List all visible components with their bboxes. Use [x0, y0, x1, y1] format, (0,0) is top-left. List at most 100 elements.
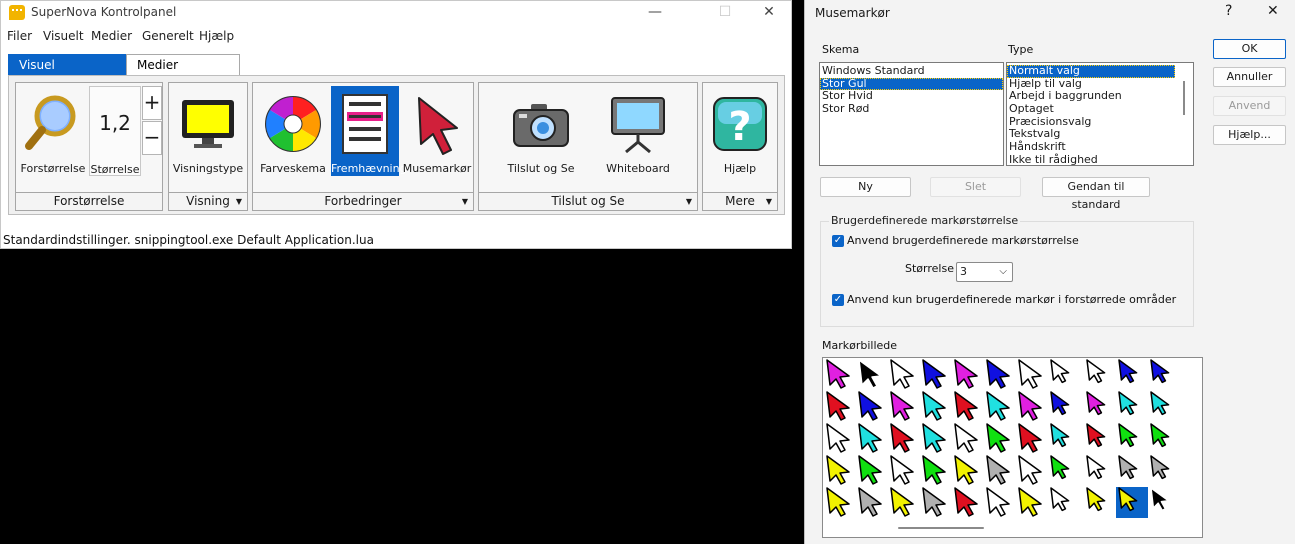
- cursor-arrow-icon[interactable]: [954, 455, 978, 485]
- connect-and-see-button[interactable]: Tilslut og Se: [499, 86, 583, 176]
- cursor-arrow-icon[interactable]: [1118, 359, 1138, 384]
- list-item[interactable]: Windows Standard: [820, 64, 1003, 78]
- highlight-button[interactable]: Fremhævning: [331, 86, 407, 176]
- cursor-arrow-icon[interactable]: [954, 487, 978, 517]
- magnification-button[interactable]: Forstørrelse: [19, 86, 87, 176]
- list-item[interactable]: Ikke til rådighed: [1007, 153, 1175, 165]
- cursor-arrow-icon[interactable]: [1050, 391, 1070, 416]
- maximize-button[interactable]: ☐: [703, 1, 747, 25]
- menu-generelt[interactable]: Generelt: [142, 29, 194, 43]
- group-label-visning[interactable]: Visning ▼: [169, 192, 247, 210]
- cursor-arrow-icon[interactable]: [986, 423, 1010, 453]
- view-type-button[interactable]: Visningstype: [172, 86, 244, 176]
- cursor-arrow-icon[interactable]: [890, 391, 914, 421]
- close-button[interactable]: ✕: [747, 1, 791, 25]
- cursor-arrow-icon[interactable]: [890, 359, 914, 389]
- cursor-arrow-icon[interactable]: [1018, 423, 1042, 453]
- help-button[interactable]: ? Hjælp: [705, 86, 775, 176]
- decrease-size-button[interactable]: −: [142, 121, 162, 155]
- cursor-arrow-icon[interactable]: [890, 487, 914, 517]
- cursor-arrow-icon[interactable]: [986, 391, 1010, 421]
- restore-default-button[interactable]: Gendan til standard: [1042, 177, 1150, 211]
- minimize-button[interactable]: —: [633, 1, 677, 25]
- list-item[interactable]: Optaget: [1007, 102, 1175, 116]
- cursor-arrow-icon[interactable]: [1050, 455, 1070, 480]
- cursor-arrow-icon[interactable]: [826, 487, 850, 517]
- ok-button[interactable]: OK: [1213, 39, 1286, 59]
- cursor-arrow-icon[interactable]: [922, 391, 946, 421]
- new-scheme-button[interactable]: Ny: [820, 177, 911, 197]
- cursor-arrow-icon[interactable]: [922, 423, 946, 453]
- cursor-arrow-icon[interactable]: [1018, 391, 1042, 421]
- whiteboard-button[interactable]: Whiteboard: [597, 86, 679, 176]
- cancel-button[interactable]: Annuller: [1213, 67, 1286, 87]
- tab-visuel[interactable]: Visuel: [8, 54, 126, 75]
- title-bar[interactable]: SuperNova Kontrolpanel — ☐ ✕: [1, 1, 791, 25]
- cursor-arrow-icon[interactable]: [890, 455, 914, 485]
- size-select[interactable]: 3 ⌵: [956, 262, 1013, 282]
- list-item[interactable]: Normalt valg: [1007, 64, 1175, 78]
- cursor-arrow-icon[interactable]: [858, 359, 882, 389]
- cursor-arrow-icon[interactable]: [1150, 487, 1170, 512]
- cursor-arrow-icon[interactable]: [954, 423, 978, 453]
- cursor-arrow-icon[interactable]: [1018, 455, 1042, 485]
- cursor-arrow-icon[interactable]: [1118, 455, 1138, 480]
- cursor-arrow-icon[interactable]: [1018, 359, 1042, 389]
- cursor-arrow-icon[interactable]: [858, 455, 882, 485]
- color-scheme-button[interactable]: Farveskema: [257, 86, 329, 176]
- cursor-arrow-icon[interactable]: [922, 359, 946, 389]
- cursor-arrow-icon[interactable]: [954, 359, 978, 389]
- cursor-arrow-icon[interactable]: [1118, 423, 1138, 448]
- apply-magnified-checkbox[interactable]: ✓: [832, 294, 844, 306]
- cursor-arrow-icon[interactable]: [1050, 487, 1070, 512]
- menu-hjaelp[interactable]: Hjælp: [199, 29, 234, 43]
- cursor-arrow-icon[interactable]: [826, 359, 850, 389]
- cursor-arrow-icon[interactable]: [858, 487, 882, 517]
- cursor-arrow-icon[interactable]: [954, 391, 978, 421]
- group-label-forbedringer[interactable]: Forbedringer ▼: [253, 192, 473, 210]
- tab-medier[interactable]: Medier: [126, 54, 240, 75]
- cursor-arrow-icon[interactable]: [986, 359, 1010, 389]
- cursor-image-grid[interactable]: [822, 357, 1203, 538]
- dialog-help-icon[interactable]: ?: [1225, 3, 1232, 19]
- cursor-arrow-icon[interactable]: [1150, 423, 1170, 448]
- menu-filer[interactable]: Filer: [7, 29, 32, 43]
- cursor-arrow-icon[interactable]: [826, 455, 850, 485]
- group-label-mere[interactable]: Mere ▼: [703, 192, 777, 210]
- group-label-tilslut[interactable]: Tilslut og Se ▼: [479, 192, 697, 210]
- cursor-arrow-icon[interactable]: [1018, 487, 1042, 517]
- cursor-arrow-icon[interactable]: [858, 423, 882, 453]
- cursor-arrow-icon[interactable]: [1150, 455, 1170, 480]
- cursor-arrow-icon[interactable]: [986, 455, 1010, 485]
- cursor-arrow-icon[interactable]: [1086, 359, 1106, 384]
- cursor-grid-scrollbar[interactable]: [898, 527, 984, 529]
- cursor-arrow-icon[interactable]: [826, 423, 850, 453]
- cursor-arrow-icon[interactable]: [826, 391, 850, 421]
- cursor-arrow-icon[interactable]: [1150, 391, 1170, 416]
- apply-size-checkbox[interactable]: ✓: [832, 235, 844, 247]
- dialog-close-button[interactable]: ✕: [1267, 3, 1279, 19]
- cursor-arrow-icon[interactable]: [922, 487, 946, 517]
- cursor-arrow-icon[interactable]: [1050, 359, 1070, 384]
- scheme-listbox[interactable]: Windows Standard Stor Gul Stor Hvid Stor…: [819, 62, 1004, 166]
- delete-scheme-button[interactable]: Slet: [930, 177, 1021, 197]
- cursor-arrow-icon[interactable]: [986, 487, 1010, 517]
- cursor-arrow-icon[interactable]: [1086, 423, 1106, 448]
- type-listbox[interactable]: Normalt valg Hjælp til valg Arbejd i bag…: [1006, 62, 1194, 166]
- cursor-arrow-icon[interactable]: [1050, 423, 1070, 448]
- cursor-arrow-icon[interactable]: [1086, 487, 1106, 512]
- cursor-arrow-icon[interactable]: [858, 391, 882, 421]
- increase-size-button[interactable]: +: [142, 86, 162, 120]
- type-list-scrollbar[interactable]: [1183, 81, 1185, 115]
- help-dialog-button[interactable]: Hjælp...: [1213, 125, 1286, 145]
- cursor-arrow-icon[interactable]: [1086, 391, 1106, 416]
- cursor-arrow-icon[interactable]: [922, 455, 946, 485]
- cursor-arrow-icon[interactable]: [1086, 455, 1106, 480]
- list-item[interactable]: Stor Rød: [820, 102, 1003, 116]
- size-display[interactable]: 1,2 Størrelse: [89, 86, 141, 176]
- menu-visuelt[interactable]: Visuelt: [43, 29, 84, 43]
- cursor-arrow-icon[interactable]: [1118, 391, 1138, 416]
- menu-medier[interactable]: Medier: [91, 29, 132, 43]
- list-item[interactable]: Håndskrift: [1007, 140, 1175, 154]
- mouse-pointer-button[interactable]: Musemarkør: [401, 86, 473, 176]
